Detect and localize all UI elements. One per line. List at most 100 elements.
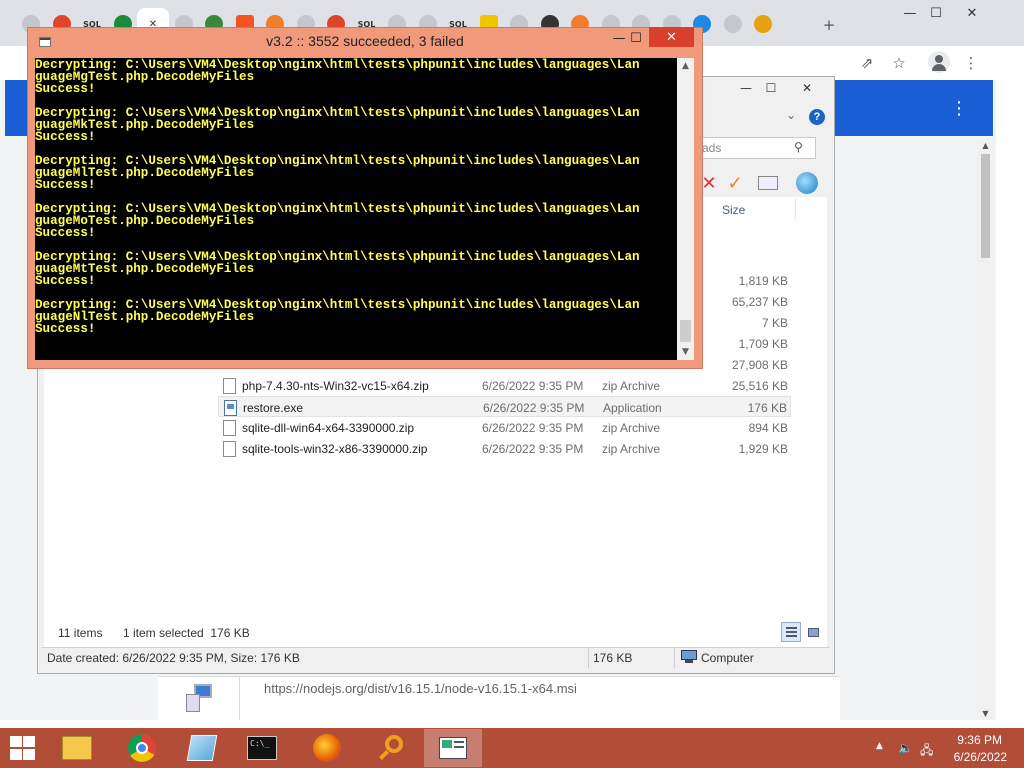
address-dropdown-icon[interactable]: ⌄ — [786, 108, 796, 122]
console-line: guageMtTest.php.DecodeMyFiles — [35, 262, 255, 276]
explorer-close-button[interactable]: ✕ — [793, 78, 821, 98]
scrollbar-thumb[interactable] — [981, 154, 990, 258]
file-type: zip Archive — [602, 421, 661, 435]
file-type: zip Archive — [602, 379, 661, 393]
computer-icon — [681, 650, 697, 664]
search-placeholder: ads — [702, 141, 722, 155]
file-type: zip Archive — [602, 442, 661, 456]
console-line: Success! — [35, 274, 96, 288]
file-size: 65,237 KB — [731, 295, 788, 309]
zip-file-icon — [223, 378, 236, 394]
console-maximize-button[interactable]: ☐ — [621, 28, 651, 48]
console-line: guageMkTest.php.DecodeMyFiles — [35, 118, 255, 132]
checkmark-icon[interactable]: ✓ — [723, 171, 747, 195]
file-row-selected[interactable]: restore.exe 6/26/2022 9:35 PM Applicatio… — [218, 396, 791, 417]
globe-icon[interactable] — [795, 171, 819, 195]
selection-info: 1 item selected 176 KB — [123, 626, 250, 640]
explorer-minimize-button[interactable]: — — [732, 78, 760, 98]
scroll-down-icon[interactable]: ▼ — [977, 706, 994, 720]
details-text: Date created: 6/26/2022 9:35 PM, Size: 1… — [47, 651, 300, 665]
file-size: 1,929 KB — [738, 442, 788, 456]
console-scroll-up-icon[interactable]: ▲ — [677, 58, 694, 74]
profile-avatar[interactable] — [928, 51, 950, 73]
console-output-area[interactable]: Decrypting: C:\Users\VM4\Desktop\nginx\h… — [35, 58, 677, 360]
file-explorer-icon — [62, 736, 92, 760]
console-line: guageNlTest.php.DecodeMyFiles — [35, 310, 255, 324]
file-date: 6/26/2022 9:35 PM — [483, 401, 585, 415]
details-size: 176 KB — [593, 651, 633, 665]
taskbar-search-tool[interactable] — [363, 729, 421, 767]
tray-expand-icon[interactable]: ▲ — [876, 741, 883, 751]
scroll-up-icon[interactable]: ▲ — [977, 138, 994, 152]
volume-muted-icon[interactable]: 🔈 — [898, 741, 913, 755]
file-size: 1,819 KB — [738, 274, 788, 288]
file-row[interactable]: sqlite-dll-win64-x64-3390000.zip 6/26/20… — [218, 417, 791, 438]
search-tool-icon — [379, 735, 405, 761]
browser-close-button[interactable]: ✕ — [950, 2, 994, 24]
taskbar-restore-app[interactable] — [424, 729, 482, 767]
status-divider — [588, 648, 589, 668]
zip-file-icon — [223, 420, 236, 436]
properties-icon[interactable] — [756, 171, 780, 195]
file-row[interactable]: php-7.4.30-nts-Win32-vc15-x64.zip 6/26/2… — [218, 375, 791, 396]
application-file-icon — [224, 400, 237, 416]
details-view-button[interactable] — [781, 622, 801, 642]
share-icon[interactable]: ⇗ — [856, 52, 878, 74]
status-divider — [674, 648, 675, 668]
console-line: guageMgTest.php.DecodeMyFiles — [35, 70, 255, 84]
globe-tab-icon[interactable] — [723, 15, 742, 33]
page-menu-icon[interactable]: ⋮ — [948, 96, 970, 120]
search-tab-icon[interactable] — [754, 15, 772, 33]
file-date: 6/26/2022 9:35 PM — [482, 421, 584, 435]
console-output-text: Decrypting: C:\Users\VM4\Desktop\nginx\h… — [35, 59, 677, 336]
console-line: Success! — [35, 226, 96, 240]
file-size: 27,908 KB — [731, 358, 788, 372]
download-divider — [239, 676, 240, 720]
restore-app-icon — [439, 737, 467, 759]
console-line: Success! — [35, 130, 96, 144]
clock-time[interactable]: 9:36 PM — [932, 733, 1002, 747]
console-line: Success! — [35, 322, 96, 336]
console-line: guageMoTest.php.DecodeMyFiles — [35, 214, 255, 228]
firefox-icon — [313, 734, 341, 762]
help-icon[interactable]: ? — [809, 109, 825, 125]
taskbar-notepad[interactable] — [173, 729, 231, 767]
search-icon[interactable]: ⚲ — [794, 140, 803, 154]
console-scroll-thumb[interactable] — [680, 320, 691, 342]
size-column-header[interactable]: Size — [722, 203, 745, 217]
file-name: php-7.4.30-nts-Win32-vc15-x64.zip — [242, 379, 429, 393]
start-button[interactable] — [8, 735, 38, 761]
taskbar-command-prompt[interactable]: C:\_ — [233, 729, 291, 767]
console-scrollbar[interactable]: ▲ ▼ — [677, 58, 694, 360]
file-name: sqlite-tools-win32-x86-3390000.zip — [242, 442, 428, 456]
download-url[interactable]: https://nodejs.org/dist/v16.15.1/node-v1… — [264, 681, 577, 696]
file-name: restore.exe — [243, 401, 304, 415]
file-size: 894 KB — [748, 421, 788, 435]
taskbar-file-explorer[interactable] — [48, 729, 106, 767]
browser-menu-icon[interactable]: ⋮ — [960, 52, 982, 74]
console-title: v3.2 :: 3552 succeeded, 3 failed — [266, 33, 464, 49]
command-prompt-icon: C:\_ — [247, 736, 277, 760]
console-scroll-down-icon[interactable]: ▼ — [677, 344, 694, 360]
taskbar-chrome[interactable] — [113, 729, 171, 767]
file-date: 6/26/2022 9:35 PM — [482, 442, 584, 456]
console-close-button[interactable]: ✕ — [649, 27, 694, 47]
file-size: 1,709 KB — [738, 337, 788, 351]
installer-icon — [184, 684, 214, 714]
column-divider — [795, 198, 796, 220]
taskbar-firefox[interactable] — [298, 729, 356, 767]
page-scrollbar[interactable]: ▲ ▼ — [977, 138, 994, 720]
notepad-icon — [186, 735, 218, 761]
bookmark-star-icon[interactable]: ☆ — [888, 52, 910, 74]
console-line: Success! — [35, 82, 96, 96]
item-count: 11 items — [58, 626, 103, 640]
console-line: Success! — [35, 178, 96, 192]
file-size: 176 KB — [747, 401, 787, 415]
file-size: 7 KB — [761, 316, 788, 330]
explorer-maximize-button[interactable]: ☐ — [757, 78, 785, 98]
tiles-view-button[interactable] — [803, 622, 823, 642]
clock-date[interactable]: 6/26/2022 — [937, 750, 1007, 764]
new-tab-button[interactable]: + — [818, 14, 840, 36]
zip-file-icon — [223, 441, 236, 457]
file-row[interactable]: sqlite-tools-win32-x86-3390000.zip 6/26/… — [218, 438, 791, 459]
